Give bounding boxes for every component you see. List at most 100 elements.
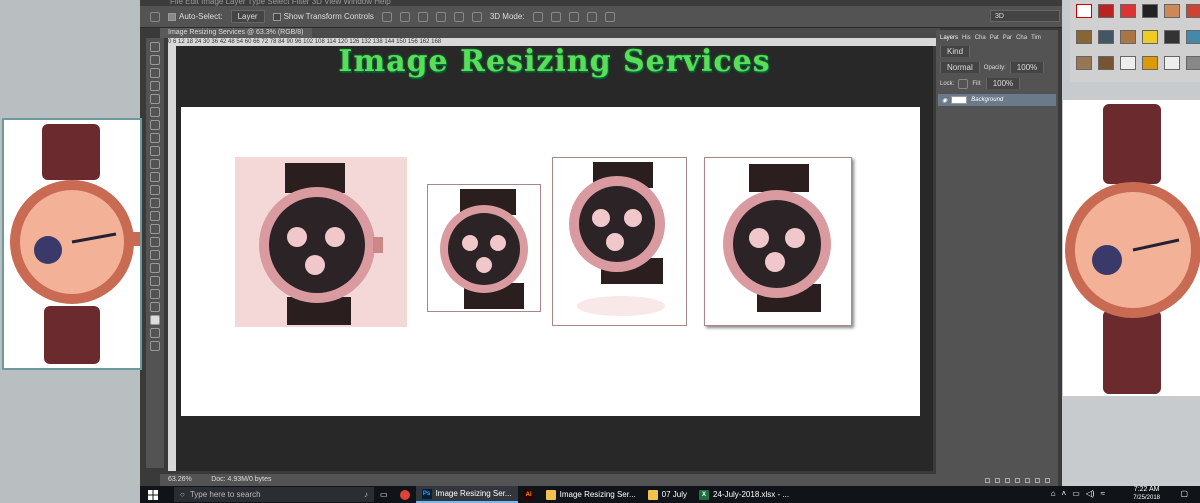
transform-controls-checkbox[interactable]: Show Transform Controls (272, 12, 374, 21)
move-tool-icon[interactable] (150, 11, 160, 22)
quick-mask-icon[interactable] (150, 328, 160, 338)
swatch[interactable] (1186, 30, 1200, 44)
layer-row[interactable]: ◉ Background (938, 94, 1056, 106)
roll-3d-icon[interactable] (550, 11, 561, 22)
taskbar-item-photoshop[interactable]: Ps Image Resizing Ser... (415, 486, 518, 503)
tab-channels[interactable]: Cha (975, 33, 986, 43)
crop-tool-icon[interactable] (150, 94, 160, 104)
workspace-dropdown[interactable]: 3D (990, 10, 1060, 22)
swatch[interactable] (1186, 4, 1200, 18)
tab-paragraph[interactable]: Par (1003, 33, 1012, 43)
blur-icon[interactable] (150, 198, 160, 208)
swatch[interactable] (1120, 30, 1136, 44)
taskbar-item-explorer[interactable]: Image Resizing Ser... (540, 486, 642, 503)
healing-brush-icon[interactable] (150, 120, 160, 130)
taskbar-item-folder[interactable]: 07 July (642, 486, 693, 503)
swatch[interactable] (1142, 30, 1158, 44)
fx-icon[interactable] (995, 477, 1000, 483)
adjustment-icon[interactable] (1015, 477, 1020, 483)
taskbar-item-illustrator[interactable]: Ai (518, 486, 540, 503)
eye-icon[interactable]: ◉ (942, 97, 947, 104)
kind-filter-dropdown[interactable]: Kind (940, 46, 971, 57)
volume-icon[interactable]: ◁) (1086, 489, 1095, 498)
chrome-button[interactable] (394, 486, 416, 503)
windows-start-button[interactable] (146, 486, 160, 503)
task-view-button[interactable]: ▭ (374, 486, 394, 503)
zoom-level[interactable]: 63.26% (168, 476, 192, 483)
tab-character[interactable]: Cha (1016, 33, 1027, 43)
zoom-tool-icon[interactable] (150, 289, 160, 299)
document-canvas[interactable] (181, 107, 920, 416)
microphone-icon[interactable]: ♪ (364, 490, 368, 499)
swatch[interactable] (1164, 30, 1180, 44)
tab-layers[interactable]: Layers (940, 33, 958, 43)
opacity-field[interactable]: 100% (1009, 62, 1045, 73)
move-tool-icon[interactable] (150, 42, 160, 52)
chevron-up-icon[interactable]: ˄ (1062, 489, 1067, 498)
scale-3d-icon[interactable] (604, 11, 615, 22)
screen-mode-icon[interactable] (150, 341, 160, 351)
swatch[interactable] (1076, 56, 1092, 70)
swatch[interactable] (1076, 4, 1092, 18)
brush-tool-icon[interactable] (150, 133, 160, 143)
swatch[interactable] (1164, 56, 1180, 70)
swatch[interactable] (1186, 56, 1200, 70)
distribute-icon[interactable] (471, 11, 482, 22)
align-bottom-icon[interactable] (417, 11, 428, 22)
tab-paths[interactable]: Pat (990, 33, 999, 43)
taskbar-clock[interactable]: 7:22 AM 7/25/2018 (1133, 486, 1160, 503)
swatch[interactable] (1120, 56, 1136, 70)
pen-tool-icon[interactable] (150, 224, 160, 234)
align-top-icon[interactable] (381, 11, 392, 22)
swatch[interactable] (1098, 56, 1114, 70)
foreground-color-icon[interactable] (150, 315, 160, 325)
group-icon[interactable] (1025, 477, 1030, 483)
taskbar-search[interactable]: ○ Type here to search ♪ (174, 487, 374, 502)
align-middle-icon[interactable] (399, 11, 410, 22)
taskbar-item-excel[interactable]: X 24-July-2018.xlsx - ... (693, 486, 795, 503)
people-icon[interactable]: ⌂ (1051, 489, 1056, 498)
magic-wand-icon[interactable] (150, 81, 160, 91)
gradient-icon[interactable] (150, 185, 160, 195)
document-tab[interactable]: Image Resizing Services @ 63.3% (RGB/8) (160, 28, 312, 38)
type-tool-icon[interactable] (150, 237, 160, 247)
distribute-icon[interactable] (435, 11, 446, 22)
pan-3d-icon[interactable] (568, 11, 579, 22)
extras-icon[interactable] (150, 302, 160, 312)
auto-select-checkbox[interactable]: Auto-Select: (168, 12, 223, 21)
swatch[interactable] (1164, 4, 1180, 18)
lasso-tool-icon[interactable] (150, 68, 160, 78)
eraser-icon[interactable] (150, 172, 160, 182)
rotate-3d-icon[interactable] (532, 11, 543, 22)
swatch[interactable] (1076, 30, 1092, 44)
slide-3d-icon[interactable] (586, 11, 597, 22)
swatch[interactable] (1142, 56, 1158, 70)
path-select-icon[interactable] (150, 250, 160, 260)
notifications-icon[interactable]: ▢ (1180, 489, 1188, 498)
dodge-icon[interactable] (150, 211, 160, 221)
tab-timeline[interactable]: Tim (1031, 33, 1041, 43)
swatch[interactable] (1142, 4, 1158, 18)
distribute-icon[interactable] (453, 11, 464, 22)
auto-select-label: Auto-Select: (179, 12, 223, 21)
lock-icon[interactable] (958, 78, 969, 89)
eyedropper-icon[interactable] (150, 107, 160, 117)
trash-icon[interactable] (1045, 477, 1050, 483)
swatch[interactable] (1120, 4, 1136, 18)
history-brush-icon[interactable] (150, 159, 160, 169)
tab-history[interactable]: His (962, 33, 971, 43)
marquee-tool-icon[interactable] (150, 55, 160, 65)
auto-select-dropdown[interactable]: Layer (230, 10, 265, 23)
fill-field[interactable]: 100% (985, 78, 1021, 89)
blend-mode-dropdown[interactable]: Normal (940, 62, 980, 73)
swatch[interactable] (1098, 30, 1114, 44)
hand-tool-icon[interactable] (150, 276, 160, 286)
swatch[interactable] (1098, 4, 1114, 18)
wifi-icon[interactable]: ≈ (1101, 489, 1105, 498)
shape-tool-icon[interactable] (150, 263, 160, 273)
link-icon[interactable] (985, 477, 990, 483)
network-icon[interactable]: ▭ (1072, 489, 1080, 498)
clone-stamp-icon[interactable] (150, 146, 160, 156)
new-layer-icon[interactable] (1035, 477, 1040, 483)
mask-icon[interactable] (1005, 477, 1010, 483)
